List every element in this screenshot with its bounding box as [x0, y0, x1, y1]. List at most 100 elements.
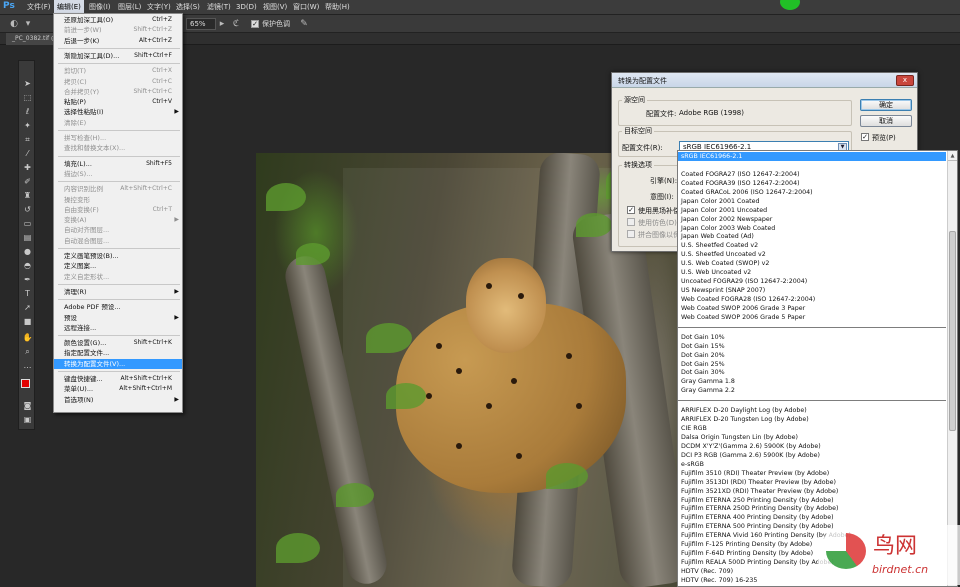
profile-option[interactable]: Coated FOGRA39 (ISO 12647-2:2004) — [678, 179, 946, 188]
protect-tones-checkbox[interactable]: ✓ — [251, 20, 259, 28]
menu-item[interactable]: 帮助(H) — [322, 0, 353, 15]
cancel-button[interactable]: 取消 — [860, 115, 912, 127]
edit-menu-item[interactable]: 清理(R) ▶ — [54, 287, 182, 297]
profile-option[interactable]: DCDM X'Y'Z'(Gamma 2.6) 5900K (by Adobe) — [678, 442, 946, 451]
burn-tool-icon[interactable]: ◐ — [8, 18, 20, 30]
close-icon[interactable]: x — [896, 75, 914, 86]
profile-option[interactable]: Uncoated FOGRA29 (ISO 12647-2:2004) — [678, 277, 946, 286]
preview-checkbox[interactable]: ✓ — [861, 133, 869, 141]
scroll-thumb[interactable] — [949, 231, 956, 431]
profile-option[interactable]: Japan Color 2002 Newspaper — [678, 215, 946, 224]
move-tool-icon[interactable]: ➤ — [22, 79, 33, 88]
clone-stamp-tool-icon[interactable]: ♜ — [22, 191, 33, 200]
profile-option[interactable]: Dot Gain 20% — [678, 351, 946, 360]
black-point-checkbox[interactable]: ✓ — [627, 206, 635, 214]
gradient-tool-icon[interactable]: ▤ — [22, 233, 33, 242]
profile-option[interactable]: Dalsa Origin Tungsten Lin (by Adobe) — [678, 433, 946, 442]
edit-menu-item[interactable]: 定义图案... — [54, 261, 182, 271]
path-selection-tool-icon[interactable]: ➚ — [22, 303, 33, 312]
edit-menu-item[interactable]: 拷贝(C) Ctrl+C — [54, 77, 182, 87]
history-brush-tool-icon[interactable]: ↺ — [22, 205, 33, 214]
edit-menu-item[interactable]: 清除(E) — [54, 118, 182, 128]
blur-tool-icon[interactable]: ● — [22, 247, 33, 256]
marquee-tool-icon[interactable]: ⬚ — [22, 93, 33, 102]
menu-item[interactable]: 滤镜(T) — [204, 0, 234, 15]
edit-menu-item[interactable]: 定义自定形状... — [54, 272, 182, 282]
zoom-tool-icon[interactable]: ⌕ — [22, 347, 33, 356]
profile-option[interactable]: Web Coated SWOP 2006 Grade 3 Paper — [678, 304, 946, 313]
edit-menu-item[interactable]: 查找和替换文本(X)... — [54, 143, 182, 153]
more-tools-icon[interactable]: … — [22, 361, 33, 370]
edit-menu-item[interactable]: 剪切(T) Ctrl+X — [54, 66, 182, 76]
profile-option[interactable]: Gray Gamma 1.8 — [678, 377, 946, 386]
menu-item[interactable]: 窗口(W) — [290, 0, 322, 15]
ok-button[interactable]: 确定 — [860, 99, 912, 111]
edit-menu-item[interactable]: 远程连接... — [54, 323, 182, 333]
exposure-chevron-icon[interactable]: ▸ — [216, 18, 228, 30]
edit-menu-item[interactable]: 还原加深工具(O) Ctrl+Z — [54, 15, 182, 25]
edit-menu-item[interactable]: 自动对齐图层... — [54, 225, 182, 235]
edit-menu-item[interactable]: 合并拷贝(Y) Shift+Ctrl+C — [54, 87, 182, 97]
edit-menu-item[interactable]: 预设 ▶ — [54, 313, 182, 323]
foreground-color-swatch[interactable] — [21, 379, 30, 388]
profile-option[interactable]: Fujifilm ETERNA 250 Printing Density (by… — [678, 496, 946, 505]
eyedropper-tool-icon[interactable]: ⁄ — [22, 149, 33, 158]
profile-option[interactable]: CIE RGB — [678, 424, 946, 433]
edit-menu-item[interactable]: 拼写检查(H)... — [54, 133, 182, 143]
profile-option[interactable]: Dot Gain 25% — [678, 360, 946, 369]
screen-mode-icon[interactable]: ▣ — [22, 415, 33, 424]
edit-menu-item[interactable]: 描边(S)... — [54, 169, 182, 179]
edit-menu-item[interactable]: 首选项(N) ▶ — [54, 395, 182, 405]
profile-option[interactable]: U.S. Sheetfed Uncoated v2 — [678, 250, 946, 259]
profile-option[interactable]: Japan Color 2001 Uncoated — [678, 206, 946, 215]
profile-option[interactable]: Japan Color 2001 Coated — [678, 197, 946, 206]
edit-menu-item[interactable]: 指定配置文件... — [54, 348, 182, 358]
edit-menu-item[interactable]: 定义画笔预设(B)... — [54, 251, 182, 261]
flatten-checkbox[interactable] — [627, 230, 635, 238]
pressure-icon[interactable]: ✎ — [298, 18, 310, 30]
menu-item[interactable]: 3D(D) — [233, 0, 260, 15]
profile-option[interactable]: ARRIFLEX D-20 Daylight Log (by Adobe) — [678, 406, 946, 415]
edit-menu-item[interactable]: 渐隐加深工具(D)... Shift+Ctrl+F — [54, 51, 182, 61]
profile-option[interactable]: Dot Gain 30% — [678, 368, 946, 377]
profile-option[interactable]: Dot Gain 15% — [678, 342, 946, 351]
tool-preset-chevron-icon[interactable]: ▾ — [22, 18, 34, 30]
airbrush-icon[interactable]: ℭ — [230, 18, 242, 30]
menu-item[interactable]: 文件(F) — [24, 0, 54, 15]
profile-option[interactable]: Fujifilm ETERNA 400 Printing Density (by… — [678, 513, 946, 522]
edit-menu-item[interactable]: 键盘快捷键... Alt+Shift+Ctrl+K — [54, 374, 182, 384]
profile-option[interactable]: Fujifilm 3513DI (RDI) Theater Preview (b… — [678, 478, 946, 487]
profile-option[interactable]: U.S. Sheetfed Coated v2 — [678, 241, 946, 250]
edit-menu-item[interactable]: 操控变形 — [54, 195, 182, 205]
profile-option[interactable]: Fujifilm ETERNA 250D Printing Density (b… — [678, 504, 946, 513]
exposure-field[interactable]: 65% — [186, 18, 216, 30]
profile-option[interactable]: Web Coated SWOP 2006 Grade 5 Paper — [678, 313, 946, 322]
dialog-title-bar[interactable]: 转换为配置文件 x — [612, 73, 917, 88]
profile-option[interactable]: Coated FOGRA27 (ISO 12647-2:2004) — [678, 170, 946, 179]
edit-menu-item[interactable]: 前进一步(W) Shift+Ctrl+Z — [54, 25, 182, 35]
eraser-tool-icon[interactable]: ▭ — [22, 219, 33, 228]
edit-menu-item[interactable]: 颜色设置(G)... Shift+Ctrl+K — [54, 338, 182, 348]
profile-option[interactable]: e-sRGB — [678, 460, 946, 469]
edit-menu-item[interactable]: Adobe PDF 预设... — [54, 302, 182, 312]
profile-option[interactable]: U.S. Web Coated (SWOP) v2 — [678, 259, 946, 268]
profile-option[interactable]: Coated GRACoL 2006 (ISO 12647-2:2004) — [678, 188, 946, 197]
shape-tool-icon[interactable]: ■ — [22, 317, 33, 326]
edit-menu-item[interactable]: 后退一步(K) Alt+Ctrl+Z — [54, 36, 182, 46]
edit-menu-item[interactable]: 选择性粘贴(I) ▶ — [54, 107, 182, 117]
profile-option[interactable]: Fujifilm 3521XD (RDI) Theater Preview (b… — [678, 487, 946, 496]
profile-option[interactable]: ARRIFLEX D-20 Tungsten Log (by Adobe) — [678, 415, 946, 424]
hand-tool-icon[interactable]: ✋ — [22, 333, 33, 342]
edit-menu-item[interactable]: 自由变换(F) Ctrl+T — [54, 205, 182, 215]
profile-option[interactable]: Gray Gamma 2.2 — [678, 386, 946, 395]
type-tool-icon[interactable]: T — [22, 289, 33, 298]
quick-select-tool-icon[interactable]: ✦ — [22, 121, 33, 130]
dropdown-scrollbar[interactable]: ▲ — [947, 151, 957, 586]
edit-menu-item[interactable]: 转换为配置文件(V)... — [54, 358, 182, 369]
profile-option[interactable]: Dot Gain 10% — [678, 333, 946, 342]
profile-option[interactable]: Japan Color 2003 Web Coated — [678, 224, 946, 233]
healing-brush-tool-icon[interactable]: ✚ — [22, 163, 33, 172]
edit-menu-item[interactable]: 填充(L)... Shift+F5 — [54, 159, 182, 169]
lasso-tool-icon[interactable]: ℓ — [22, 107, 33, 116]
scroll-up-icon[interactable]: ▲ — [948, 151, 957, 161]
